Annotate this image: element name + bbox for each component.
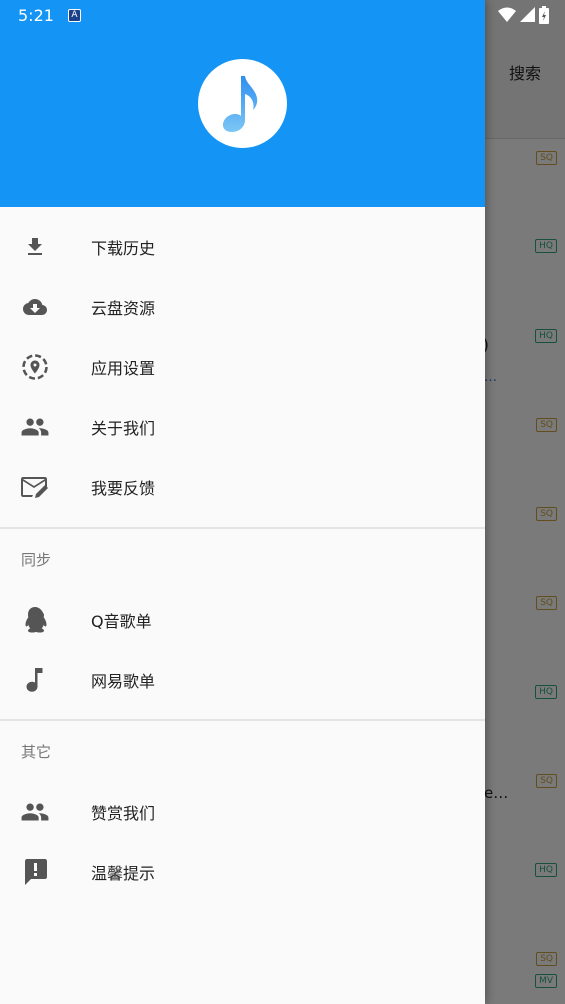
menu-item-label: Q音歌单 — [91, 612, 152, 631]
notification-icon: A — [68, 9, 81, 22]
section-divider — [0, 527, 485, 529]
menu-item-cloud-resources[interactable]: 云盘资源 — [0, 277, 485, 337]
section-title-other: 其它 — [21, 743, 52, 761]
menu-item-app-settings[interactable]: 应用设置 — [0, 337, 485, 397]
music-note-icon — [20, 665, 50, 695]
menu-item-label: 应用设置 — [91, 359, 156, 378]
menu-item-label: 下载历史 — [91, 239, 156, 258]
menu-item-label: 网易歌单 — [91, 672, 156, 691]
menu-item-label: 关于我们 — [91, 419, 156, 438]
menu-item-download-history[interactable]: 下载历史 — [0, 217, 485, 277]
menu-item-reward-us[interactable]: 赞赏我们 — [0, 782, 485, 842]
mail-edit-icon — [20, 472, 50, 502]
location-settings-icon — [20, 352, 50, 382]
cloud-download-icon — [20, 292, 50, 322]
menu-item-label: 云盘资源 — [91, 299, 156, 318]
people-icon — [20, 797, 50, 827]
navigation-drawer: 下载历史 云盘资源 应用设置 关于我们 我要反馈 同步 Q音歌单 网易歌单 其它… — [0, 0, 485, 1004]
menu-item-label: 我要反馈 — [91, 479, 156, 498]
battery-icon — [539, 6, 549, 24]
music-note-icon — [222, 75, 257, 132]
people-icon — [20, 412, 50, 442]
menu-item-label: 赞赏我们 — [91, 804, 156, 823]
menu-item-feedback[interactable]: 我要反馈 — [0, 457, 485, 517]
section-title-sync: 同步 — [21, 551, 52, 569]
wifi-icon — [498, 7, 516, 22]
menu-item-label: 温馨提示 — [91, 864, 156, 883]
menu-item-about-us[interactable]: 关于我们 — [0, 397, 485, 457]
menu-item-netease-playlist[interactable]: 网易歌单 — [0, 650, 485, 710]
status-bar: 5:21 A — [0, 0, 565, 32]
status-time: 5:21 — [18, 6, 54, 25]
menu-item-tips[interactable]: 温馨提示 — [0, 842, 485, 902]
system-icons — [498, 6, 549, 24]
download-icon — [20, 232, 50, 262]
qq-penguin-icon — [20, 605, 50, 635]
feedback-alert-icon — [20, 857, 50, 887]
section-divider — [0, 719, 485, 721]
cellular-signal-icon — [520, 7, 535, 22]
menu-item-qq-playlist[interactable]: Q音歌单 — [0, 590, 485, 650]
app-logo — [198, 59, 287, 148]
